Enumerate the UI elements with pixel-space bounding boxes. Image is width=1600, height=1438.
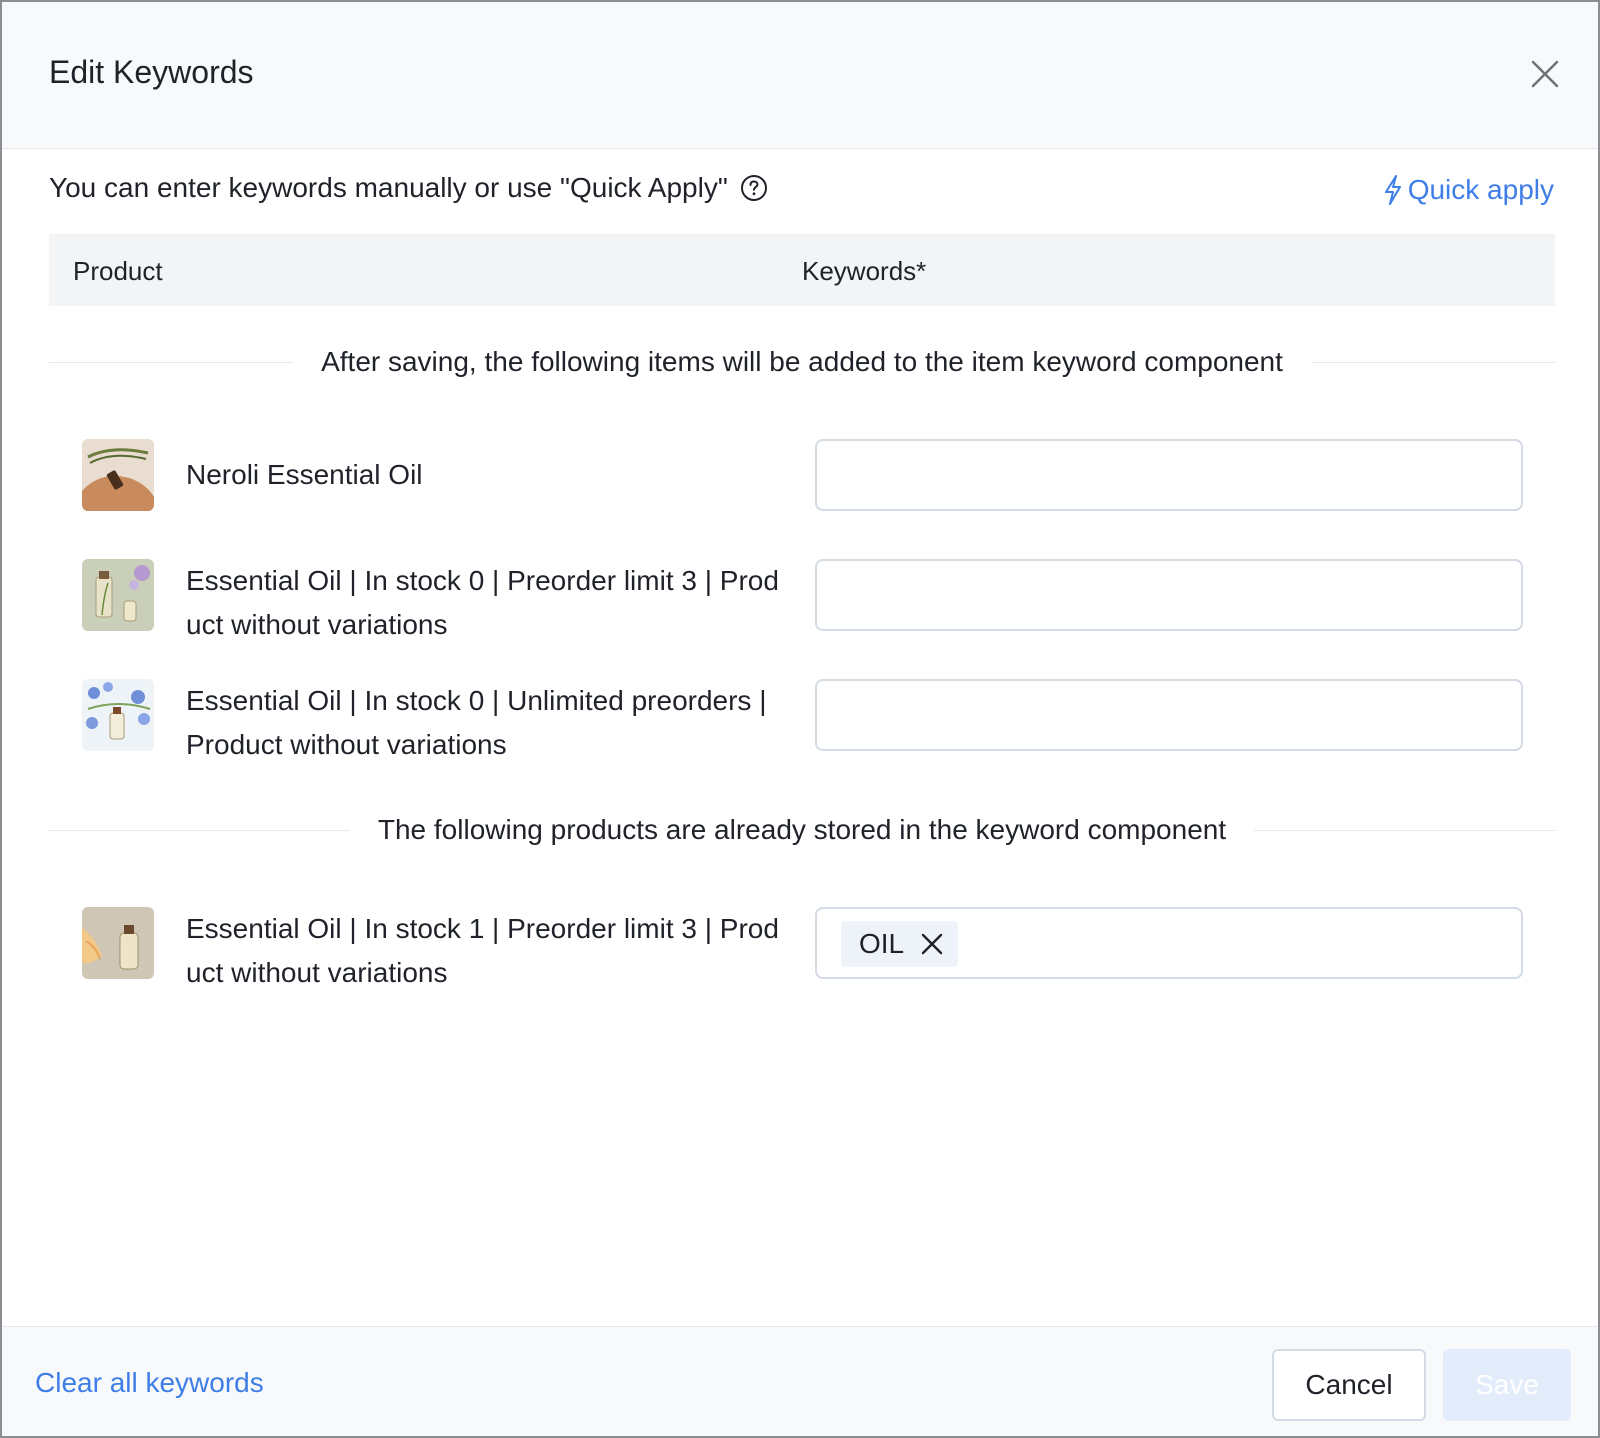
dialog-footer: Clear all keywords Cancel Save [2, 1326, 1598, 1436]
keyword-tag: OIL [841, 921, 959, 967]
dialog-title: Edit Keywords [49, 54, 254, 90]
product-thumbnail [82, 559, 154, 631]
keyword-input[interactable] [815, 679, 1523, 751]
tag-remove-icon[interactable] [920, 932, 944, 956]
keyword-input[interactable]: OIL [815, 907, 1523, 979]
question-circle-icon[interactable] [740, 174, 768, 202]
product-name: Essential Oil | In stock 0 | Preorder li… [186, 565, 779, 640]
cancel-button[interactable]: Cancel [1272, 1349, 1426, 1421]
edit-keywords-dialog: Edit Keywords You can enter keywords man… [0, 0, 1600, 1438]
lightning-icon [1384, 175, 1401, 205]
keyword-tag-label: OIL [859, 928, 905, 959]
hint-row: You can enter keywords manually or use "… [49, 172, 768, 204]
product-thumbnail [82, 439, 154, 511]
section-divider-stored: The following products are already store… [49, 810, 1555, 850]
product-thumbnail [82, 679, 154, 751]
close-icon[interactable] [1529, 58, 1561, 90]
product-name: Essential Oil | In stock 1 | Preorder li… [186, 913, 779, 988]
clear-all-keywords-link[interactable]: Clear all keywords [35, 1367, 264, 1399]
product-thumbnail [82, 907, 154, 979]
quick-apply-link[interactable]: Quick apply [1382, 174, 1554, 206]
table-header: Product Keywords* [49, 234, 1555, 306]
product-name: Essential Oil | In stock 0 | Unlimited p… [186, 685, 767, 760]
hint-text: You can enter keywords manually or use "… [49, 172, 728, 203]
save-button[interactable]: Save [1443, 1349, 1571, 1421]
keyword-input[interactable] [815, 559, 1523, 631]
section-divider-new: After saving, the following items will b… [49, 342, 1555, 382]
section-title-stored: The following products are already store… [377, 814, 1227, 845]
dialog-header: Edit Keywords [2, 2, 1598, 149]
product-name: Neroli Essential Oil [186, 459, 423, 490]
section-title-new: After saving, the following items will b… [321, 346, 1283, 377]
quick-apply-label: Quick apply [1407, 174, 1554, 205]
column-header-keywords: Keywords* [802, 256, 927, 286]
column-header-product: Product [73, 256, 163, 286]
keyword-input[interactable] [815, 439, 1523, 511]
